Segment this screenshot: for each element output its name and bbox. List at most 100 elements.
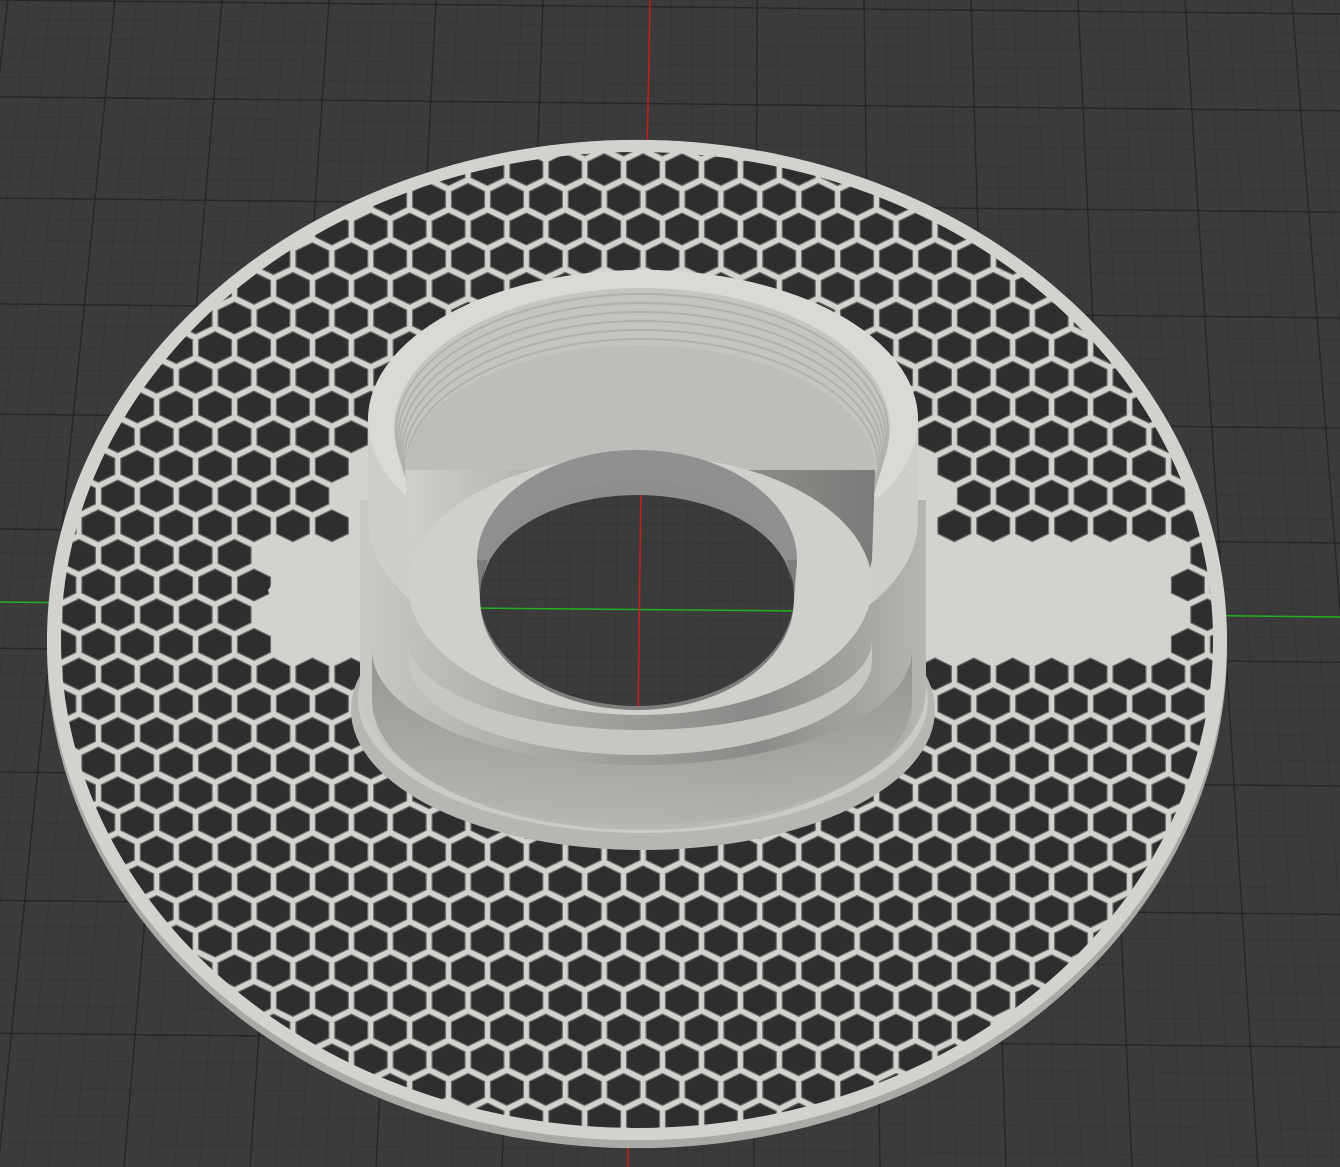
honeycomb-cell (413, 1133, 446, 1165)
honeycomb-cell (81, 1102, 116, 1128)
honeycomb-cell (159, 1043, 194, 1077)
scene-canvas[interactable] (0, 0, 1340, 1167)
honeycomb-cell (81, 924, 116, 958)
honeycomb-cell (81, 983, 116, 1018)
honeycomb-cell (159, 1102, 194, 1128)
honeycomb-cell (1112, 1013, 1147, 1047)
honeycomb-cell (1209, 924, 1213, 958)
honeycomb-cell (898, 153, 933, 187)
honeycomb-cell (257, 1133, 290, 1165)
grid-line (0, 0, 30, 264)
honeycomb-cell (100, 242, 135, 276)
honeycomb-cell (61, 390, 77, 424)
honeycomb-cell (217, 152, 252, 157)
honeycomb-cell (1092, 271, 1128, 305)
honeycomb-cell (120, 924, 155, 958)
honeycomb-cell (24, 777, 57, 809)
honeycomb-cell (1034, 1072, 1069, 1107)
honeycomb-cell (1112, 954, 1147, 988)
honeycomb-cell (295, 182, 330, 216)
honeycomb-cell (1209, 1102, 1213, 1128)
honeycomb-cell (1209, 390, 1213, 424)
honeycomb-cell (218, 1133, 251, 1165)
honeycomb-cell (995, 152, 1030, 157)
honeycomb-cell (24, 361, 57, 393)
honeycomb-cell (1209, 983, 1213, 1018)
honeycomb-cell (61, 271, 77, 305)
honeycomb-cell (995, 1072, 1030, 1107)
honeycomb-cell (1190, 242, 1213, 276)
honeycomb-cell (139, 1013, 174, 1047)
honeycomb-cell (63, 1133, 96, 1165)
honeycomb-cell (1170, 331, 1205, 365)
honeycomb-cell (878, 152, 914, 157)
honeycomb-cell (1209, 331, 1213, 365)
honeycomb-cell (1092, 983, 1128, 1018)
honeycomb-cell (1113, 1133, 1146, 1165)
honeycomb-cell (198, 1043, 233, 1077)
grid-line (0, 0, 52, 467)
grid-line (1291, 0, 1340, 618)
honeycomb-cell (1209, 746, 1213, 780)
honeycomb-cell (840, 152, 875, 157)
honeycomb-cell (1131, 212, 1166, 246)
honeycomb-cell (1209, 805, 1213, 840)
honeycomb-cell (917, 152, 952, 157)
honeycomb-cell (1190, 301, 1213, 335)
honeycomb-cell (61, 983, 77, 1018)
honeycomb-cell (1190, 420, 1213, 454)
honeycomb-cell (24, 243, 57, 275)
honeycomb-cell (1092, 1102, 1128, 1128)
honeycomb-cell (24, 955, 57, 987)
honeycomb-cell (101, 1133, 134, 1165)
honeycomb-cell (1034, 242, 1069, 276)
honeycomb-cell (81, 1043, 116, 1077)
honeycomb-cell (1092, 153, 1128, 187)
honeycomb-cell (198, 153, 233, 187)
3d-viewport[interactable] (0, 0, 1340, 1167)
honeycomb-cell (1209, 212, 1213, 246)
honeycomb-cell (841, 1133, 874, 1165)
grid-line (0, 37, 1340, 53)
honeycomb-cell (120, 271, 155, 305)
honeycomb-cell (61, 894, 96, 929)
honeycomb-cell (1112, 242, 1147, 276)
honeycomb-cell (976, 153, 1011, 187)
honeycomb-cell (100, 152, 135, 157)
honeycomb-cell (1073, 152, 1108, 157)
honeycomb-cell (1170, 924, 1205, 958)
honeycomb-cell (1015, 1102, 1050, 1128)
honeycomb-cell (956, 1072, 991, 1107)
grid-line (0, 18, 1340, 34)
honeycomb-cell (139, 954, 174, 988)
honeycomb-cell (178, 242, 213, 276)
honeycomb-cell (1073, 1013, 1108, 1047)
honeycomb-cell (1131, 1043, 1166, 1077)
honeycomb-cell (178, 152, 213, 157)
honeycomb-cell (61, 449, 77, 483)
honeycomb-cell (236, 212, 272, 246)
grid-line (1227, 0, 1309, 1167)
honeycomb-cell (61, 865, 77, 899)
honeycomb-cell (24, 1014, 57, 1046)
honeycomb-cell (61, 1013, 96, 1047)
honeycomb-cell (100, 954, 135, 988)
honeycomb-cell (762, 152, 797, 157)
honeycomb-cell (236, 153, 272, 187)
honeycomb-cell (1112, 301, 1147, 335)
honeycomb-cell (61, 301, 96, 335)
honeycomb-cell (1054, 153, 1089, 187)
honeycomb-cell (1131, 271, 1166, 305)
honeycomb-cell (256, 182, 291, 216)
honeycomb-cell (801, 152, 836, 157)
honeycomb-cell (1209, 509, 1213, 543)
honeycomb-cell (61, 805, 77, 840)
honeycomb-cell (919, 1133, 952, 1165)
honeycomb-cell (1170, 865, 1205, 899)
honeycomb-cell (880, 1133, 913, 1165)
grid-line (0, 0, 1340, 15)
honeycomb-cell (1131, 1102, 1166, 1128)
honeycomb-cell (1170, 271, 1205, 305)
honeycomb-cell (1151, 954, 1186, 988)
grid-line (1312, 0, 1340, 331)
